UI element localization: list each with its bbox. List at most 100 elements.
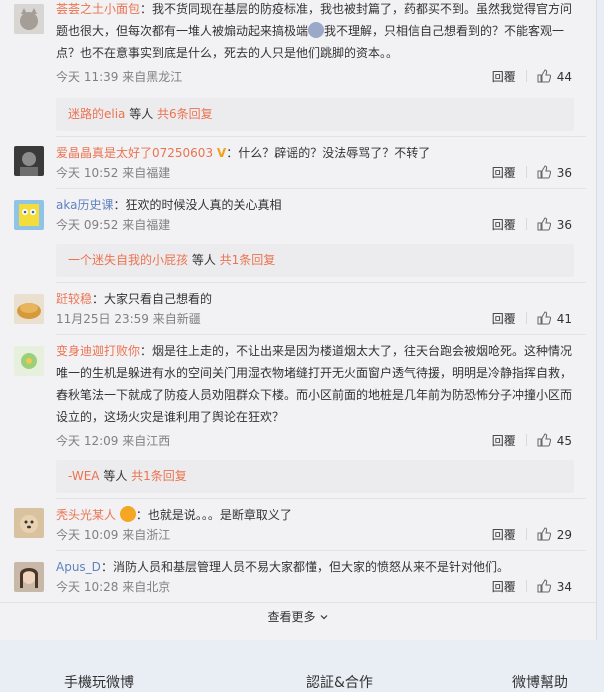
footer-link-mobile[interactable]: 手機玩微博 [64,672,134,692]
comment-text: 跹较稳：大家只看自己想看的 [56,288,578,310]
divider [56,498,586,499]
comment-text: aka历史课：狂欢的时候没人真的关心真相 [56,194,578,216]
divider [525,528,527,540]
subreply-user[interactable]: 迷路的elia [68,107,125,121]
bread-avatar-icon [14,294,44,324]
avatar[interactable] [14,294,44,324]
comment-time: 今天 10:28 来自北京 [56,580,171,594]
sponge-avatar-icon [14,200,44,230]
like-count: 34 [556,580,572,594]
comment-text: 秃头光某人 ：也就是说。。。是断章取义了 [56,504,578,526]
emoji-icon [119,506,136,522]
verified-badge-icon: V [216,146,227,160]
comment-username[interactable]: Apus_D [56,560,101,574]
avatar[interactable] [14,200,44,230]
avatar[interactable] [14,146,44,176]
person-avatar-icon [14,146,44,176]
thumbs-up-icon[interactable] [537,527,551,541]
avatar[interactable] [14,562,44,592]
subreply-summary[interactable]: 迷路的elia 等人 共6条回复 [56,98,574,131]
thumbs-up-icon[interactable] [537,217,551,231]
comment-time: 今天 11:39 来自黑龙江 [56,70,183,84]
reply-button[interactable]: 回覆 [492,166,516,180]
reply-button[interactable]: 回覆 [492,312,516,326]
divider [525,166,527,178]
like-count: 29 [556,528,572,542]
comment-username[interactable]: 荟荟之土小面包 [56,2,140,16]
comment-actions: 回覆 41 [492,310,572,328]
comment-text: 变身迪迦打败你：烟是往上走的，不让出来是因为楼道烟太大了，往天台跑会被烟呛死。这… [56,340,578,428]
comment-body: ：狂欢的时候没人真的关心真相 [113,198,282,212]
view-more-link[interactable]: 查看更多 [0,608,596,625]
subreply-summary[interactable]: 一个迷失自我的小屁孩 等人 共1条回复 [56,244,574,277]
thumbs-up-icon[interactable] [537,579,551,593]
subreply-count[interactable]: 共1条回复 [220,253,276,267]
comment-actions: 回覆 45 [492,432,572,450]
divider [56,282,586,283]
thumbs-up-icon[interactable] [537,69,551,83]
like-count: 45 [556,434,572,448]
comment-username[interactable]: aka历史课 [56,198,113,212]
reply-button[interactable]: 回覆 [492,70,516,84]
thumbs-up-icon[interactable] [537,433,551,447]
portrait-avatar-icon [14,562,44,592]
comment-body: ：大家只看自己想看的 [92,292,213,306]
footer-link-help[interactable]: 微博幫助 [512,672,568,692]
reply-button[interactable]: 回覆 [492,580,516,594]
subreply-text: 等人 [188,253,220,267]
reply-button[interactable]: 回覆 [492,434,516,448]
comment-time: 今天 10:52 来自福建 [56,166,171,180]
like-count: 44 [556,70,572,84]
comment-time: 今天 12:09 来自江西 [56,434,171,448]
subreply-text: 等人 [99,469,132,483]
reply-button[interactable]: 回覆 [492,218,516,232]
cat-avatar-icon [14,4,44,34]
comment-body: ：消防人员和基层管理人员不易大家都懂，但大家的愤怒从来不是针对他们。 [100,560,509,574]
avatar[interactable] [14,508,44,538]
thumbs-up-icon[interactable] [537,311,551,325]
comment-actions: 回覆 34 [492,578,572,596]
divider [525,312,527,324]
avatar[interactable] [14,4,44,34]
comment-username[interactable]: 爱晶晶真是太好了07250603 [56,146,213,160]
divider [525,218,527,230]
comment-text: 荟荟之土小面包：我不货同现在基层的防疫标准，我也被封篇了，药都买不到。虽然我觉得… [56,0,578,64]
avatar[interactable] [14,346,44,376]
comment-actions: 回覆 36 [492,216,572,234]
comment-username[interactable]: 变身迪迦打败你 [56,344,140,358]
comment-username[interactable]: 秃头光某人 [56,508,116,522]
view-more-label: 查看更多 [267,610,316,624]
like-count: 36 [556,218,572,232]
footer-link-cooperation[interactable]: 認証&合作 [306,672,373,692]
divider [525,70,527,82]
chevron-down-icon [320,615,327,620]
comment-text: Apus_D：消防人员和基层管理人员不易大家都懂，但大家的愤怒从来不是针对他们。 [56,556,578,578]
subreply-user[interactable]: 一个迷失自我的小屁孩 [68,253,188,267]
comment-actions: 回覆 29 [492,526,572,544]
subreply-summary[interactable]: -WEA 等人 共1条回复 [56,460,574,493]
thumbs-up-icon[interactable] [537,165,551,179]
comment-body: ：什么？辟谣的？没法辱骂了？不转了 [226,146,431,160]
subreply-count[interactable]: 共6条回复 [157,107,213,121]
comment-text: 爱晶晶真是太好了07250603 V：什么？辟谣的？没法辱骂了？不转了 [56,142,578,164]
divider [56,334,586,335]
comment-actions: 回覆 36 [492,164,572,182]
reply-button[interactable]: 回覆 [492,528,516,542]
dog-avatar-icon [14,508,44,538]
subreply-count[interactable]: 共1条回复 [131,469,187,483]
comment-username[interactable]: 跹较稳 [56,292,92,306]
comment-actions: 回覆 44 [492,68,572,86]
divider [56,188,586,189]
comment-panel: 荟荟之土小面包：我不货同现在基层的防疫标准，我也被封篇了，药都买不到。虽然我觉得… [0,0,597,640]
comment-time: 今天 09:52 来自福建 [56,218,171,232]
like-count: 41 [556,312,572,326]
comment-body: ：也就是说。。。是断章取义了 [135,508,292,522]
comment-time: 11月25日 23:59 来自新疆 [56,312,201,326]
emoji-icon [308,22,325,38]
subreply-user[interactable]: -WEA [68,469,100,483]
flower-avatar-icon [14,346,44,376]
divider [56,136,586,137]
subreply-text: 等人 [125,107,158,121]
divider [525,580,527,592]
divider [525,434,527,446]
